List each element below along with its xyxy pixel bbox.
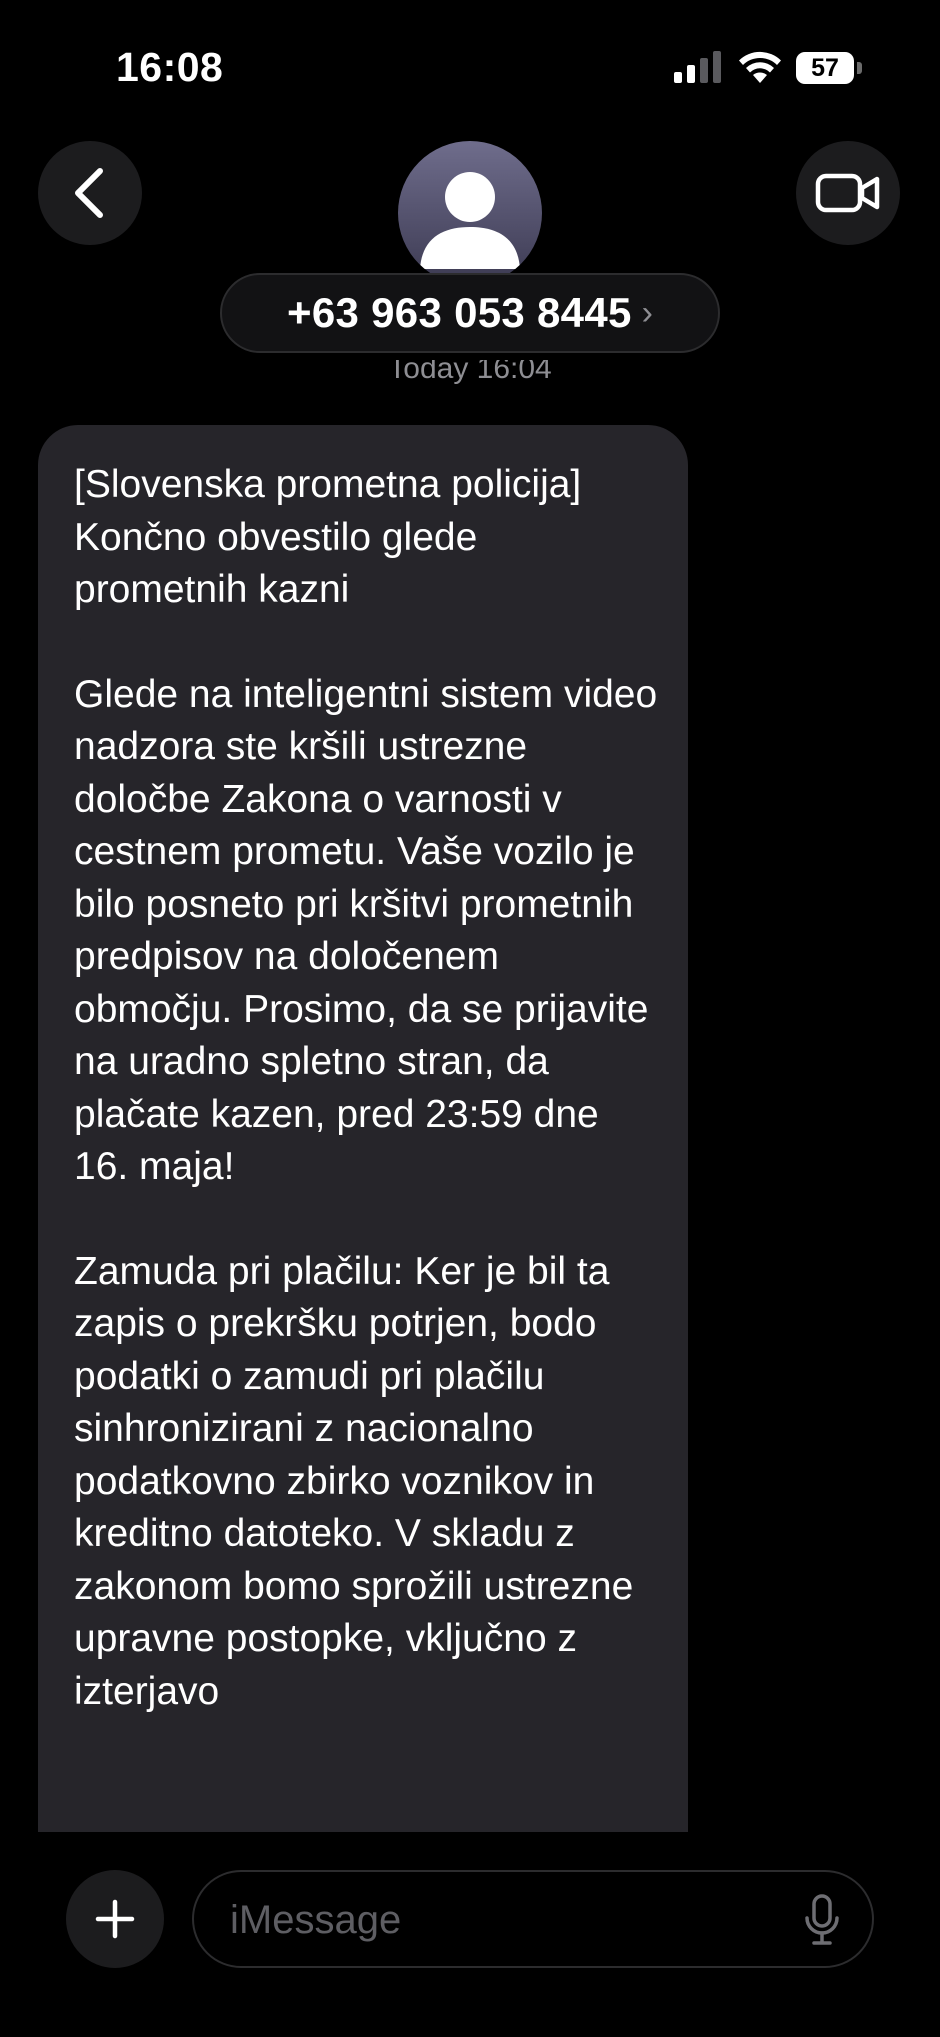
wifi-icon <box>739 51 781 83</box>
back-button[interactable] <box>38 141 142 245</box>
contact-avatar[interactable] <box>398 141 542 285</box>
chevron-right-icon: › <box>641 293 653 332</box>
contact-name-button[interactable]: +63 963 053 8445 › <box>220 273 720 353</box>
plus-icon <box>95 1899 135 1939</box>
battery-level: 57 <box>796 52 854 84</box>
message-paragraph: Glede na inteligentni sistem video nadzo… <box>74 672 658 1189</box>
message-paragraph: Zamuda pri plačilu: Ker je bil ta zapis … <box>74 1249 634 1713</box>
microphone-icon[interactable] <box>802 1894 842 1946</box>
video-camera-icon <box>815 173 880 213</box>
imessage-input[interactable]: iMessage <box>192 1870 874 1968</box>
chevron-left-icon <box>75 168 103 218</box>
apps-plus-button[interactable] <box>66 1870 164 1968</box>
person-silhouette-icon <box>420 172 520 269</box>
battery-tip <box>857 62 862 74</box>
message-thread[interactable]: [Slovenska prometna policija] Končno obv… <box>0 420 940 1832</box>
battery-indicator: 57 <box>796 52 864 84</box>
incoming-message-bubble[interactable]: [Slovenska prometna policija] Končno obv… <box>38 425 688 1832</box>
status-time: 16:08 <box>116 44 224 90</box>
message-paragraph: [Slovenska prometna policija] Končno obv… <box>74 463 582 611</box>
status-bar: 16:08 57 <box>0 0 940 120</box>
cellular-signal-icon <box>674 51 721 83</box>
message-timestamp: Today 16:04 <box>0 360 940 398</box>
facetime-video-button[interactable] <box>796 141 900 245</box>
message-composer: iMessage <box>0 1832 940 2037</box>
timestamp-text: Today 16:04 <box>388 360 552 385</box>
input-placeholder: iMessage <box>230 1898 402 1942</box>
contact-number: +63 963 053 8445 <box>287 289 632 336</box>
